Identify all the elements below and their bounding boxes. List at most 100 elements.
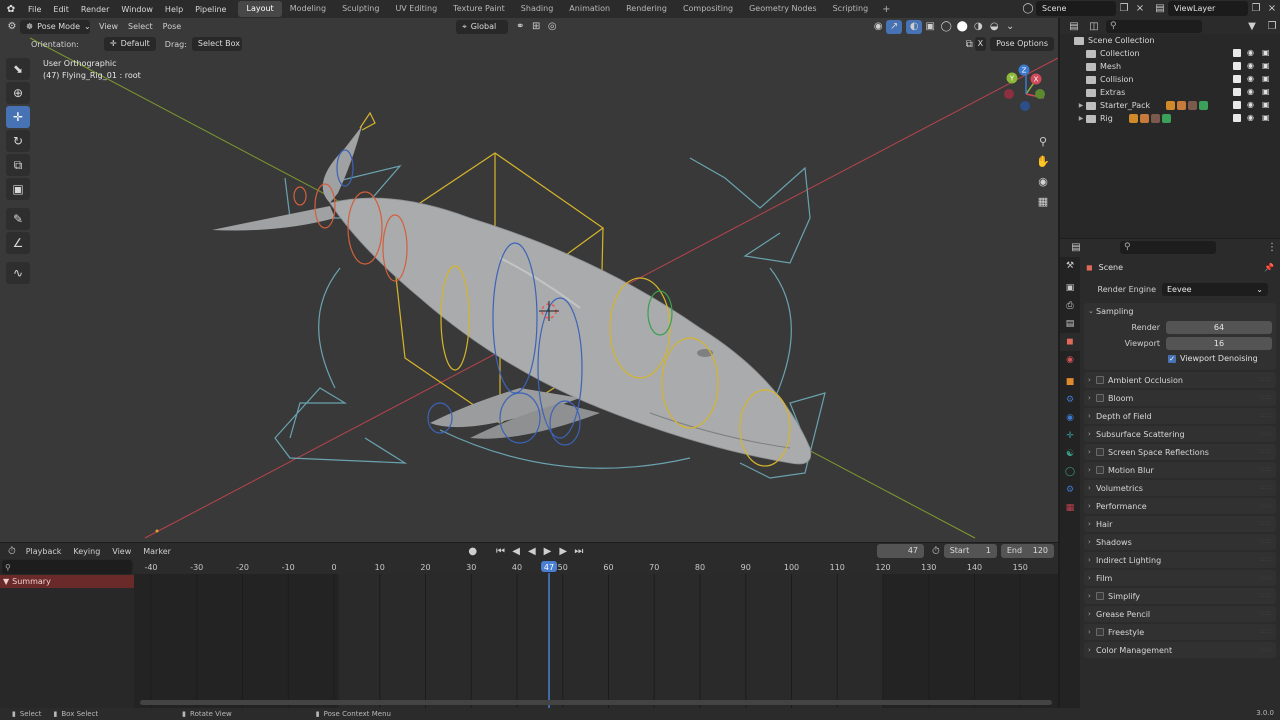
- properties-search-input[interactable]: ⚲: [1120, 240, 1216, 254]
- tab-scripting[interactable]: Scripting: [825, 1, 877, 17]
- move-tool-icon[interactable]: ✛: [6, 106, 30, 128]
- camera-icon[interactable]: ▣: [1262, 49, 1270, 57]
- exclude-checkbox[interactable]: [1233, 114, 1241, 122]
- editor-type-icon[interactable]: ⚙: [4, 20, 20, 34]
- menu-pipeline[interactable]: Pipeline: [189, 5, 232, 14]
- tab-uv-editing[interactable]: UV Editing: [387, 1, 445, 17]
- panel-enable-checkbox[interactable]: [1096, 628, 1104, 636]
- add-workspace-icon[interactable]: +: [876, 4, 896, 15]
- drag-grip-icon[interactable]: ::::: [1260, 430, 1272, 437]
- zoom-icon[interactable]: ⚲: [1034, 131, 1052, 151]
- snap-icon[interactable]: ⊞: [528, 20, 544, 34]
- camera-icon[interactable]: ▣: [1262, 62, 1270, 70]
- expand-arrow-icon[interactable]: ▶: [1076, 115, 1086, 122]
- pin-icon[interactable]: 📌: [1264, 263, 1274, 272]
- menu-playback[interactable]: Playback: [20, 547, 68, 556]
- eye-icon[interactable]: ◉: [1247, 114, 1256, 122]
- data-tab-icon[interactable]: ☯: [1060, 445, 1080, 463]
- scale-tool-icon[interactable]: ⧉: [6, 154, 30, 176]
- drag-grip-icon[interactable]: ::::: [1260, 412, 1272, 419]
- drag-grip-icon[interactable]: ::::: [1260, 376, 1272, 383]
- mode-dropdown[interactable]: ☸ Pose Mode ⌄: [20, 19, 91, 34]
- panel-freestyle[interactable]: › Freestyle::::: [1084, 624, 1276, 640]
- drag-grip-icon[interactable]: ::::: [1260, 520, 1272, 527]
- shading-wireframe-icon[interactable]: ◯: [938, 20, 954, 34]
- panel-shadows[interactable]: › Shadows::::: [1084, 534, 1276, 550]
- measure-tool-icon[interactable]: ∠: [6, 232, 30, 254]
- menu-edit[interactable]: Edit: [47, 5, 75, 14]
- overlay-toggle-icon[interactable]: ◐: [906, 19, 923, 34]
- panel-depth-of-field[interactable]: › Depth of Field::::: [1084, 408, 1276, 424]
- timeline-keyframe-area[interactable]: -40 -30 -20 -10 0 10 20 30 40 50 60 70 80 90 100 110 120…: [134, 559, 1058, 708]
- drag-grip-icon[interactable]: ::::: [1260, 592, 1272, 599]
- menu-keying[interactable]: Keying: [67, 547, 106, 556]
- viewlayer-copy-icon[interactable]: ❐: [1248, 1, 1264, 15]
- outliner-row-collection[interactable]: Collection ◉ ▣: [1060, 47, 1280, 60]
- shading-solid-icon[interactable]: ⬤: [954, 20, 970, 34]
- bone-tab-icon[interactable]: ◯: [1060, 463, 1080, 481]
- outliner-row-extras[interactable]: Extras ◉ ▣: [1060, 86, 1280, 99]
- tab-compositing[interactable]: Compositing: [675, 1, 741, 17]
- drag-grip-icon[interactable]: ::::: [1260, 484, 1272, 491]
- transform-tool-icon[interactable]: ▣: [6, 178, 30, 200]
- camera-icon[interactable]: ▣: [1262, 75, 1270, 83]
- view-layer-tab-icon[interactable]: ▤: [1060, 315, 1080, 333]
- outliner-editor-type-icon[interactable]: ▤: [1066, 19, 1082, 33]
- panel-performance[interactable]: › Performance::::: [1084, 498, 1276, 514]
- scene-tab-icon[interactable]: ◼: [1060, 333, 1080, 351]
- timeline-scrollbar[interactable]: [140, 700, 1052, 705]
- render-tab-icon[interactable]: ▣: [1060, 279, 1080, 297]
- outliner-row-mesh[interactable]: Mesh ◉ ▣: [1060, 60, 1280, 73]
- menu-marker[interactable]: Marker: [137, 547, 177, 556]
- panel-enable-checkbox[interactable]: [1096, 466, 1104, 474]
- outliner-row-rig[interactable]: ▶ Rig ◉ ▣: [1060, 112, 1280, 125]
- exclude-checkbox[interactable]: [1233, 75, 1241, 83]
- filter-icon[interactable]: ▼: [1244, 19, 1260, 33]
- menu-pose[interactable]: Pose: [158, 22, 187, 31]
- panel-enable-checkbox[interactable]: [1096, 592, 1104, 600]
- drag-grip-icon[interactable]: ::::: [1260, 466, 1272, 473]
- panel-enable-checkbox[interactable]: [1096, 448, 1104, 456]
- x-mirror-toggle[interactable]: X: [974, 37, 987, 51]
- tab-geometry-nodes[interactable]: Geometry Nodes: [741, 1, 824, 17]
- expand-arrow-icon[interactable]: ▶: [1076, 102, 1086, 109]
- render-engine-dropdown[interactable]: Eevee ⌄: [1162, 282, 1268, 296]
- eye-icon[interactable]: ◉: [1247, 75, 1256, 83]
- tab-shading[interactable]: Shading: [513, 1, 562, 17]
- select-box-tool-icon[interactable]: ⬊: [6, 58, 30, 80]
- tab-sculpting[interactable]: Sculpting: [334, 1, 387, 17]
- eye-icon[interactable]: ◉: [1247, 49, 1256, 57]
- menu-view[interactable]: View: [94, 22, 123, 31]
- navigation-gizmo[interactable]: Z Y X: [1000, 62, 1052, 132]
- drag-grip-icon[interactable]: ::::: [1260, 394, 1272, 401]
- texture-tab-icon[interactable]: ▦: [1060, 499, 1080, 517]
- scene-close-icon[interactable]: ×: [1132, 1, 1148, 15]
- prev-keyframe-icon[interactable]: ◀: [508, 544, 524, 558]
- drag-grip-icon[interactable]: ::::: [1260, 610, 1272, 617]
- object-tab-icon[interactable]: ■: [1060, 373, 1080, 391]
- panel-subsurface-scattering[interactable]: › Subsurface Scattering::::: [1084, 426, 1276, 442]
- tab-texture-paint[interactable]: Texture Paint: [445, 1, 513, 17]
- scene-browse-icon[interactable]: ◯: [1020, 1, 1036, 15]
- current-frame-field[interactable]: 47: [876, 544, 924, 558]
- drag-dropdown[interactable]: Select Box: [191, 37, 242, 51]
- eye-icon[interactable]: ◉: [1247, 62, 1256, 70]
- outliner-row-collision[interactable]: Collision ◉ ▣: [1060, 73, 1280, 86]
- panel-volumetrics[interactable]: › Volumetrics::::: [1084, 480, 1276, 496]
- panel-enable-checkbox[interactable]: [1096, 376, 1104, 384]
- panel-hair[interactable]: › Hair::::: [1084, 516, 1276, 532]
- menu-window[interactable]: Window: [115, 5, 159, 14]
- viewlayer-browse-icon[interactable]: ▤: [1152, 1, 1168, 15]
- panel-screen-space-reflections[interactable]: › Screen Space Reflections::::: [1084, 444, 1276, 460]
- eye-icon[interactable]: ◉: [1247, 88, 1256, 96]
- exclude-checkbox[interactable]: [1233, 101, 1241, 109]
- tab-layout[interactable]: Layout: [238, 1, 282, 17]
- tab-rendering[interactable]: Rendering: [618, 1, 675, 17]
- xray-icon[interactable]: ▣: [922, 20, 938, 34]
- viewport-denoising-checkbox[interactable]: ✓ Viewport Denoising: [1084, 351, 1276, 366]
- menu-help[interactable]: Help: [159, 5, 189, 14]
- constraints-tab-icon[interactable]: ✛: [1060, 427, 1080, 445]
- shading-material-icon[interactable]: ◑: [970, 20, 986, 34]
- panel-motion-blur[interactable]: › Motion Blur::::: [1084, 462, 1276, 478]
- drag-grip-icon[interactable]: ::::: [1260, 448, 1272, 455]
